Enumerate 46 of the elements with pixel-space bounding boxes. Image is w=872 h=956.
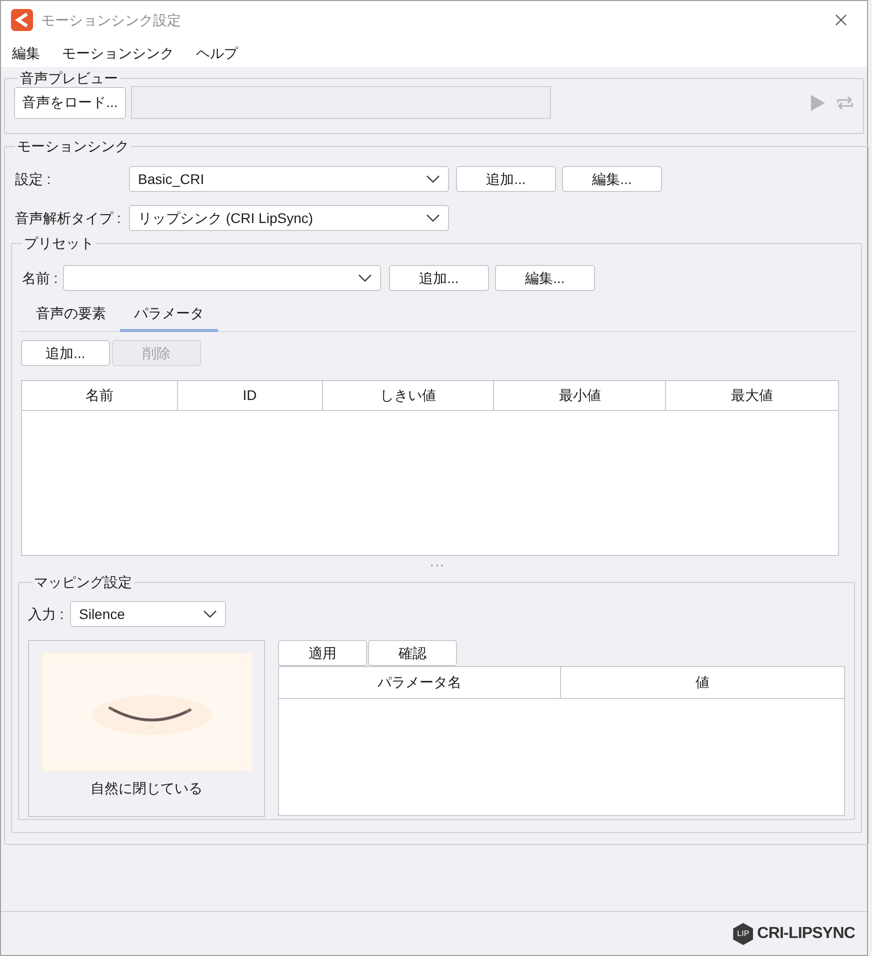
play-icon[interactable] <box>810 94 826 112</box>
column-header[interactable]: 値 <box>561 667 844 698</box>
close-icon[interactable] <box>835 14 847 26</box>
group-title: モーションシンク <box>16 138 130 154</box>
column-header[interactable]: 名前 <box>22 381 178 410</box>
dialog-button[interactable]: 追加... <box>21 340 110 366</box>
dialog-button[interactable]: 編集... <box>562 166 662 192</box>
repeat-icon[interactable] <box>836 96 854 110</box>
logo-text: CRI-LIPSYNC <box>757 924 855 944</box>
field-label: 名前 : <box>21 268 59 288</box>
menu-item[interactable]: 編集 <box>11 42 41 64</box>
field-label: 設定 : <box>14 170 52 188</box>
resize-handle-icon[interactable] <box>430 564 444 566</box>
dialog-button[interactable]: 追加... <box>456 166 556 192</box>
field-label: 入力 : <box>28 604 65 624</box>
chevron-down-icon <box>358 274 372 282</box>
column-header[interactable]: 最小値 <box>494 381 666 410</box>
dropdown[interactable]: リップシンク (CRI LipSync) <box>129 205 449 231</box>
group-title: マッピング設定 <box>33 574 133 590</box>
dropdown[interactable]: Basic_CRI <box>129 166 449 192</box>
chevron-down-icon <box>426 175 440 183</box>
menu-item[interactable]: モーションシンク <box>61 42 175 64</box>
column-header[interactable]: しきい値 <box>322 381 494 410</box>
window-title: モーションシンク設定 <box>41 10 181 30</box>
dropdown[interactable]: Silence <box>70 601 226 627</box>
group-title: 音声プレビュー <box>19 70 119 86</box>
image-caption: 自然に閉じている <box>90 779 202 798</box>
column-header[interactable]: 最大値 <box>666 381 838 410</box>
column-header[interactable]: ID <box>178 381 323 410</box>
dialog-button[interactable]: 確認 <box>368 640 457 666</box>
dialog-button[interactable]: 追加... <box>389 265 489 291</box>
column-header[interactable]: パラメータ名 <box>279 667 561 698</box>
menu-item[interactable]: ヘルプ <box>195 42 239 64</box>
file-path-field[interactable] <box>131 86 551 119</box>
group-title: プリセット <box>23 235 95 251</box>
tab[interactable]: パラメータ <box>120 297 218 332</box>
dropdown[interactable] <box>63 265 381 291</box>
dialog-button[interactable]: 編集... <box>495 265 595 291</box>
app-logo-icon <box>11 9 33 31</box>
chevron-down-icon <box>426 214 440 222</box>
dialog-button[interactable]: 適用 <box>278 640 367 666</box>
load-audio-button[interactable]: 音声をロード... <box>14 86 126 118</box>
tab[interactable]: 音声の要素 <box>22 297 120 332</box>
logo-badge: LIP <box>733 923 754 945</box>
chevron-down-icon <box>203 610 217 618</box>
field-label: 音声解析タイプ : <box>14 208 122 228</box>
